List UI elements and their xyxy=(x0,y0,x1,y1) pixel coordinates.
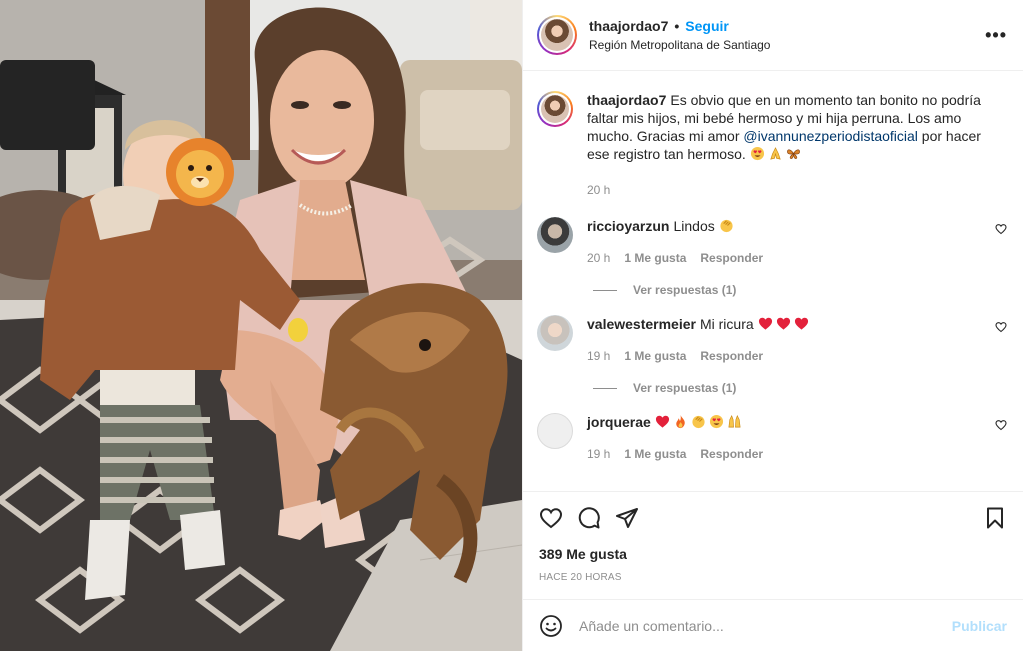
caption-mention-link[interactable]: @ivannunezperiodistaoficial xyxy=(743,128,918,144)
comment-likes[interactable]: 1 Me gusta xyxy=(624,347,686,365)
save-bookmark-icon[interactable] xyxy=(983,506,1007,530)
comment-time[interactable]: 19 h xyxy=(587,347,610,365)
heart-eyes-emoji xyxy=(750,146,765,161)
post-photo-illustration xyxy=(0,0,522,651)
like-comment-heart-icon[interactable] xyxy=(995,321,1007,333)
comments-list: thaajordao7 Es obvio que en un momento ta… xyxy=(523,71,1023,491)
comment-text: Lindos xyxy=(673,218,715,234)
more-options-icon[interactable]: ••• xyxy=(985,25,1007,46)
like-heart-icon[interactable] xyxy=(539,506,563,530)
comment-item: valewestermeier Mi ricura 19 h 1 Me gusta… xyxy=(537,315,1007,365)
comment-likes[interactable]: 1 Me gusta xyxy=(624,445,686,463)
reply-button[interactable]: Responder xyxy=(700,445,763,463)
heart-eyes-emoji xyxy=(709,414,724,429)
comment-time[interactable]: 20 h xyxy=(587,249,610,267)
clapping-hands-emoji xyxy=(719,218,734,233)
clapping-hands-emoji xyxy=(691,414,706,429)
comment-likes[interactable]: 1 Me gusta xyxy=(624,249,686,267)
commenter-avatar[interactable] xyxy=(537,413,573,449)
fire-emoji xyxy=(673,414,688,429)
caption: thaajordao7 Es obvio que en un momento ta… xyxy=(537,91,1007,199)
separator-dot: • xyxy=(674,18,680,34)
emoji-smiley-icon[interactable] xyxy=(539,614,563,638)
post-location[interactable]: Región Metropolitana de Santiago xyxy=(589,38,985,52)
commenter-avatar[interactable] xyxy=(537,217,573,253)
add-comment-bar: Publicar xyxy=(523,599,1023,651)
caption-time[interactable]: 20 h xyxy=(587,181,610,199)
instagram-post: thaajordao7 • Seguir Región Metropolitan… xyxy=(0,0,1023,651)
comment-text: Mi ricura xyxy=(699,316,754,332)
likes-count[interactable]: 389 Me gusta xyxy=(539,546,1007,562)
publish-button[interactable]: Publicar xyxy=(952,618,1007,634)
view-replies-button[interactable]: Ver respuestas (1) xyxy=(593,283,1007,297)
butterfly-emoji xyxy=(786,146,801,161)
praying-hands-emoji xyxy=(768,146,783,161)
comment-item: riccioyarzun Lindos 20 h 1 Me gusta Respo… xyxy=(537,217,1007,267)
follow-button[interactable]: Seguir xyxy=(685,18,729,34)
post-time-ago[interactable]: HACE 20 HORAS xyxy=(539,572,1007,583)
like-comment-heart-icon[interactable] xyxy=(995,223,1007,235)
view-replies-button[interactable]: Ver respuestas (1) xyxy=(593,381,1007,395)
author-avatar[interactable] xyxy=(537,15,577,55)
reply-button[interactable]: Responder xyxy=(700,249,763,267)
post-photo[interactable] xyxy=(0,0,522,651)
like-comment-heart-icon[interactable] xyxy=(995,419,1007,431)
comment-time[interactable]: 19 h xyxy=(587,445,610,463)
caption-avatar[interactable] xyxy=(537,91,573,127)
red-heart-emoji xyxy=(758,316,773,331)
comment-input[interactable] xyxy=(579,617,952,634)
red-heart-emoji xyxy=(655,414,670,429)
comment-bubble-icon[interactable] xyxy=(577,506,601,530)
red-heart-emoji xyxy=(776,316,791,331)
share-paper-plane-icon[interactable] xyxy=(615,506,639,530)
caption-username[interactable]: thaajordao7 xyxy=(587,92,666,108)
author-username[interactable]: thaajordao7 xyxy=(589,18,668,34)
commenter-avatar[interactable] xyxy=(537,315,573,351)
commenter-username[interactable]: riccioyarzun xyxy=(587,218,669,234)
red-heart-emoji xyxy=(794,316,809,331)
commenter-username[interactable]: valewestermeier xyxy=(587,316,696,332)
post-side-panel: thaajordao7 • Seguir Región Metropolitan… xyxy=(522,0,1023,651)
commenter-username[interactable]: jorquerae xyxy=(587,414,651,430)
reply-button[interactable]: Responder xyxy=(700,347,763,365)
praising-hands-emoji xyxy=(727,414,742,429)
post-actions: 389 Me gusta HACE 20 HORAS xyxy=(523,491,1023,599)
comment-item: jorquerae 19 h 1 Me gusta Responder xyxy=(537,413,1007,463)
post-header: thaajordao7 • Seguir Región Metropolitan… xyxy=(523,0,1023,71)
